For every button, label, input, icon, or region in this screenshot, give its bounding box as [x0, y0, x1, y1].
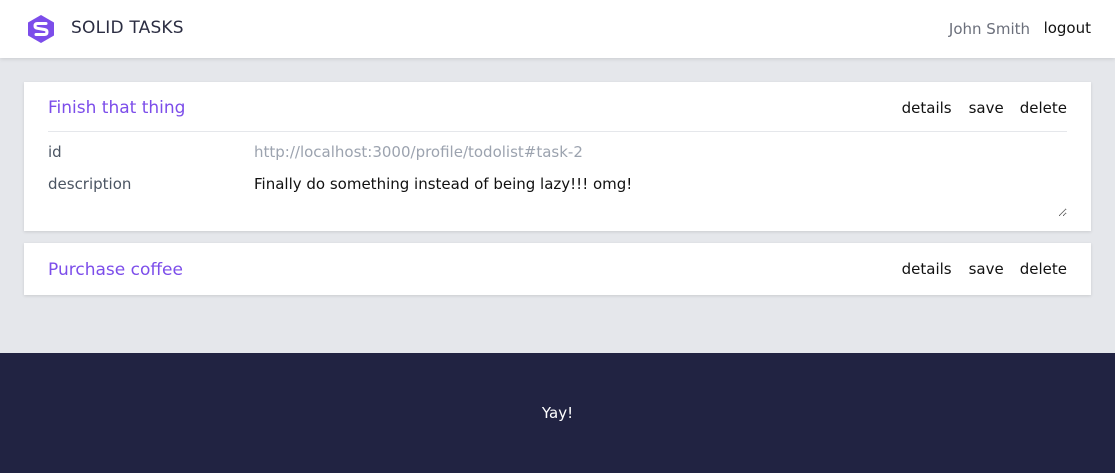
task-description-row: description — [48, 164, 1067, 224]
task-title[interactable]: Purchase coffee — [48, 260, 183, 280]
details-button[interactable]: details — [902, 99, 952, 117]
app-footer: Yay! — [0, 353, 1115, 473]
task-card: Finish that thing details save delete id… — [24, 82, 1091, 231]
save-button[interactable]: save — [969, 260, 1004, 278]
delete-button[interactable]: delete — [1020, 260, 1067, 278]
logout-link[interactable]: logout — [1044, 19, 1091, 37]
description-textarea[interactable] — [250, 173, 1067, 217]
task-actions: details save delete — [902, 260, 1067, 278]
app-brand: SOLID TASKS — [71, 18, 184, 38]
task-title[interactable]: Finish that thing — [48, 98, 185, 118]
id-value: http://localhost:3000/profile/todolist#t… — [254, 143, 583, 161]
footer-text: Yay! — [541, 404, 574, 422]
save-button[interactable]: save — [969, 99, 1004, 117]
task-actions: details save delete — [902, 99, 1067, 117]
id-label: id — [48, 143, 62, 161]
description-label: description — [48, 175, 132, 193]
delete-button[interactable]: delete — [1020, 99, 1067, 117]
task-card: Purchase coffee details save delete — [24, 243, 1091, 295]
user-name: John Smith — [948, 20, 1030, 38]
solid-logo-icon[interactable] — [26, 14, 56, 44]
details-button[interactable]: details — [902, 260, 952, 278]
app-header: SOLID TASKS John Smith logout — [0, 0, 1115, 58]
task-card-header: Finish that thing details save delete — [48, 82, 1067, 131]
task-card-header: Purchase coffee details save delete — [48, 243, 1067, 295]
task-id-row: id http://localhost:3000/profile/todolis… — [48, 132, 1067, 164]
